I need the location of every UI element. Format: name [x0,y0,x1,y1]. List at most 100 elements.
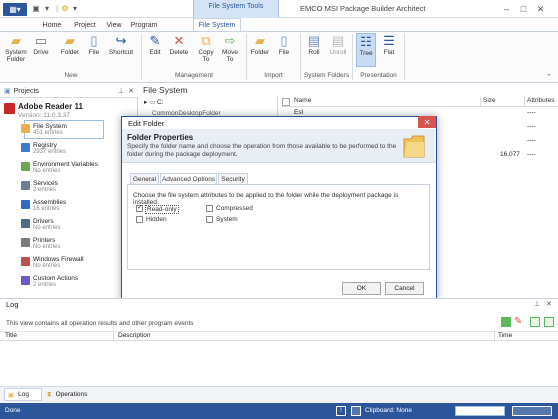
file-icon: ▯ [90,32,98,48]
flat-view-button[interactable]: ☰ Flat [379,33,399,67]
import-file-button[interactable]: ▯ File [274,33,294,67]
read-only-checkbox[interactable]: ✓ [136,205,143,212]
column-name[interactable]: Name [282,97,480,107]
tree-node-label: Printers [33,237,56,244]
column-size[interactable]: Size [480,97,524,107]
log-column-title[interactable]: Title [5,332,17,339]
save-icon[interactable]: ▣ [31,3,41,13]
tree-node-count: No entries [33,263,61,269]
system-checkbox[interactable] [206,216,213,223]
dialog-title: Edit Folder [128,119,165,128]
system-label[interactable]: System [216,216,238,223]
group-label-import: Import [264,72,283,79]
log-grid-header [0,331,558,341]
panel-close-icon[interactable]: ✕ [128,87,134,95]
app-menu-button[interactable]: ▦▾ [3,3,27,16]
bottom-tab-log[interactable]: ▣ Log [4,388,42,401]
drive-button[interactable]: ▭ Drive [31,33,51,67]
dialog-close-icon[interactable]: ✕ [418,116,436,128]
pin-icon[interactable]: ⊥ [118,87,124,95]
log-close-icon[interactable]: ✕ [546,300,552,308]
export-icon[interactable] [501,317,511,327]
drive-c-icon: ▭ [149,99,158,106]
group-label-new: New [64,72,78,79]
project-tree-node[interactable]: Windows Firewall No entries [33,256,84,270]
hidden-checkbox[interactable] [136,216,143,223]
tab-home[interactable]: Home [36,18,68,32]
delete-button[interactable]: ✕ Delete [168,33,190,67]
window-title: EMCO MSI Package Builder Architect [300,4,426,13]
maximize-icon[interactable]: □ [515,0,532,18]
file-row-attr: ---- [527,109,536,116]
move-to-button[interactable]: ⇨ Move To [220,33,240,67]
move-icon: ⇨ [224,32,236,48]
tree-item-c[interactable]: ▸ ▭ C: [144,98,164,106]
quick-access-dropdown-icon[interactable]: ▾ [42,3,52,13]
clear-log-icon[interactable]: ✎ [514,317,524,327]
tree-node-label: File System [33,123,67,130]
copy-to-button[interactable]: ⧉ Copy To [196,33,216,67]
log-column-description[interactable]: Description [118,332,151,339]
compressed-label[interactable]: Compressed [216,205,253,212]
status-text: Done [5,407,21,414]
filter-icon[interactable] [530,317,540,327]
project-tree-node[interactable]: Registry 2937 entries [33,142,66,156]
details-icon[interactable] [544,317,554,327]
collapse-ribbon-icon[interactable]: ⌃ [546,73,552,81]
edit-button[interactable]: ✎ Edit [145,33,165,67]
settings-icon[interactable]: ⚙ [60,3,70,13]
ok-button[interactable]: OK [342,282,381,295]
project-tree-node[interactable]: Drivers No entries [33,218,60,232]
title-bar [0,0,558,18]
tree-node-count: 2937 entries [33,149,67,155]
tree-node-label: Services [33,180,58,187]
file-row-name[interactable]: Esl [294,109,303,116]
new-folder-button[interactable]: ▰ Folder [60,33,80,67]
import-file-icon: ▯ [280,32,288,48]
unroll-button[interactable]: ▤ Unroll [327,33,349,67]
compressed-checkbox[interactable] [206,205,213,212]
import-folder-button[interactable]: ▰ Folder [250,33,270,67]
file-row-attr: ---- [527,137,536,144]
bottom-tab-operations[interactable]: ⧗ Operations [44,388,96,401]
read-only-label[interactable]: Read-only [145,205,179,214]
shortcut-icon: ↪ [115,32,127,48]
tree-node-label: Custom Actions [33,275,79,282]
select-all-checkbox[interactable] [282,98,290,106]
project-tree-node[interactable]: Services 2 entries [33,180,58,194]
project-tree-node[interactable]: File System 451 entries [33,123,67,137]
tree-node-count: 2 entries [33,187,57,193]
dialog-tab-advanced-options[interactable]: Advanced Options [160,173,217,184]
column-divider [113,331,114,341]
project-name[interactable]: Adobe Reader 11 [18,102,83,111]
shortcut-button[interactable]: ↪ Shortcut [107,33,135,67]
adobe-reader-icon [4,103,15,114]
project-tree-node[interactable]: Environment Variables No entries [33,161,98,175]
log-column-time[interactable]: Time [498,332,512,339]
project-tree-node[interactable]: Custom Actions 2 entries [33,275,78,289]
tree-node-icon [21,124,30,133]
column-attributes[interactable]: Attributes [524,97,558,107]
hidden-label[interactable]: Hidden [146,216,167,223]
tab-project[interactable]: Project [69,18,101,32]
project-tree-node[interactable]: Printers No entries [33,237,60,251]
system-folder-button[interactable]: ▰ System Folder [4,33,28,67]
dialog-tab-security[interactable]: Security [218,173,248,184]
tree-view-button[interactable]: ☷ Tree [356,33,376,67]
roll-button[interactable]: ▤ Roll [304,33,324,67]
delete-icon: ✕ [173,32,185,48]
tab-program[interactable]: Program [127,18,161,32]
customize-dropdown-icon[interactable]: ▾ [70,3,80,13]
new-file-button[interactable]: ▯ File [84,33,104,67]
cancel-button[interactable]: Cancel [385,282,424,295]
log-pin-icon[interactable]: ⊥ [534,300,540,308]
tab-file-system[interactable]: File System [193,18,241,32]
dialog-tab-general[interactable]: General [130,173,159,184]
project-tree-node[interactable]: Assemblies 16 entries [33,199,66,213]
notification-icon[interactable]: ! [336,406,346,416]
close-icon[interactable]: ✕ [532,0,549,18]
minimize-icon[interactable]: – [498,0,515,18]
tree-node-count: No entries [33,244,61,250]
file-row-attr: ---- [527,123,536,130]
tab-view[interactable]: View [102,18,126,32]
